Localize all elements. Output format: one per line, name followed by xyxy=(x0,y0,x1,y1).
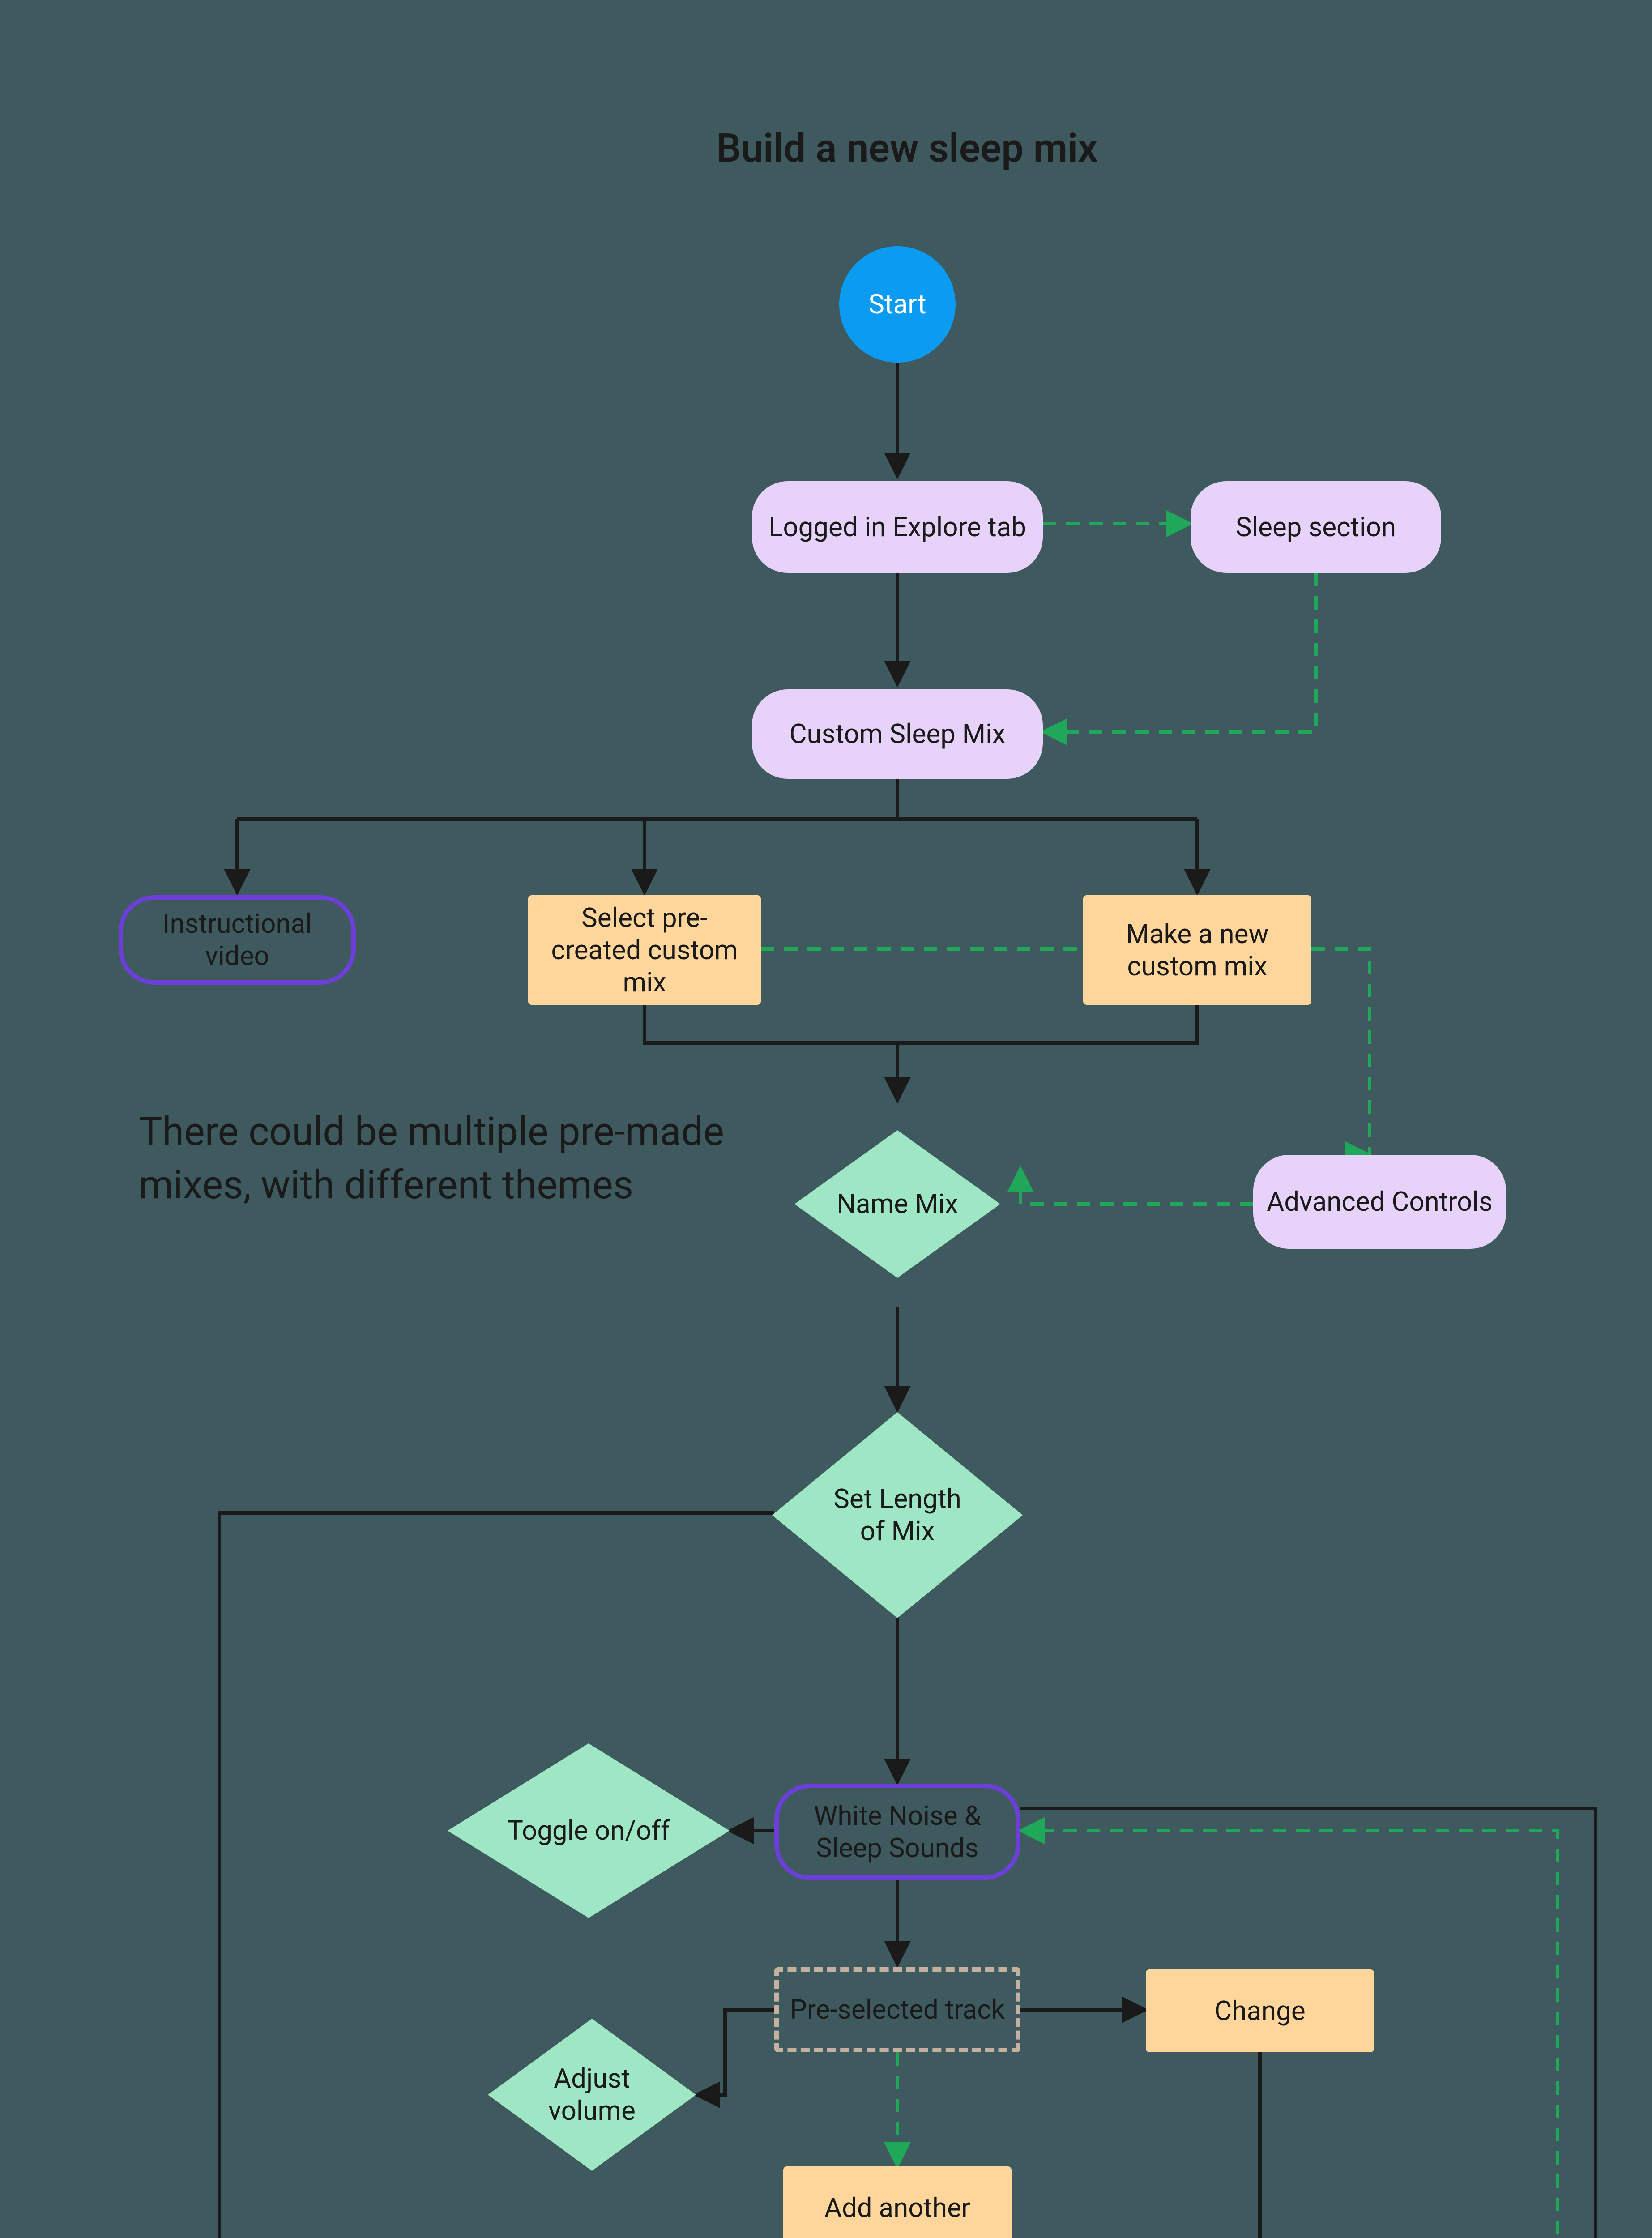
node-advanced-controls: Advanced Controls xyxy=(1253,1155,1506,1249)
node-name-mix-label: Name Mix xyxy=(837,1188,958,1220)
node-change: Change xyxy=(1146,1969,1374,2052)
node-start: Start xyxy=(839,246,956,363)
node-wns-1: White Noise & Sleep Sounds xyxy=(774,1784,1020,1880)
node-logged-in: Logged in Explore tab xyxy=(752,481,1043,573)
page-title: Build a new sleep mix xyxy=(716,125,1098,171)
node-toggle-label: Toggle on/off xyxy=(507,1815,670,1847)
flowchart-canvas: Build a new sleep mix There could be mul… xyxy=(0,0,1652,2238)
node-set-length: Set Length of Mix xyxy=(772,1412,1023,1618)
node-select-precreated: Select pre-created custom mix xyxy=(528,895,761,1005)
node-toggle: Toggle on/off xyxy=(448,1743,730,1918)
node-name-mix: Name Mix xyxy=(794,1130,1000,1278)
node-instructional-video: Instructional video xyxy=(119,895,356,985)
node-pre-selected-track: Pre-selected track xyxy=(774,1967,1020,2052)
node-add-another: Add another xyxy=(783,2166,1012,2238)
node-sleep-section: Sleep section xyxy=(1191,481,1441,573)
node-adjust-volume: Adjust volume xyxy=(488,2019,696,2171)
node-custom-sleep-mix: Custom Sleep Mix xyxy=(752,689,1043,779)
node-set-length-label: Set Length of Mix xyxy=(833,1483,961,1547)
node-adjust-volume-label: Adjust volume xyxy=(548,2063,636,2127)
annotation-text: There could be multiple pre-made mixes, … xyxy=(139,1106,765,1212)
node-make-new: Make a new custom mix xyxy=(1083,895,1311,1005)
